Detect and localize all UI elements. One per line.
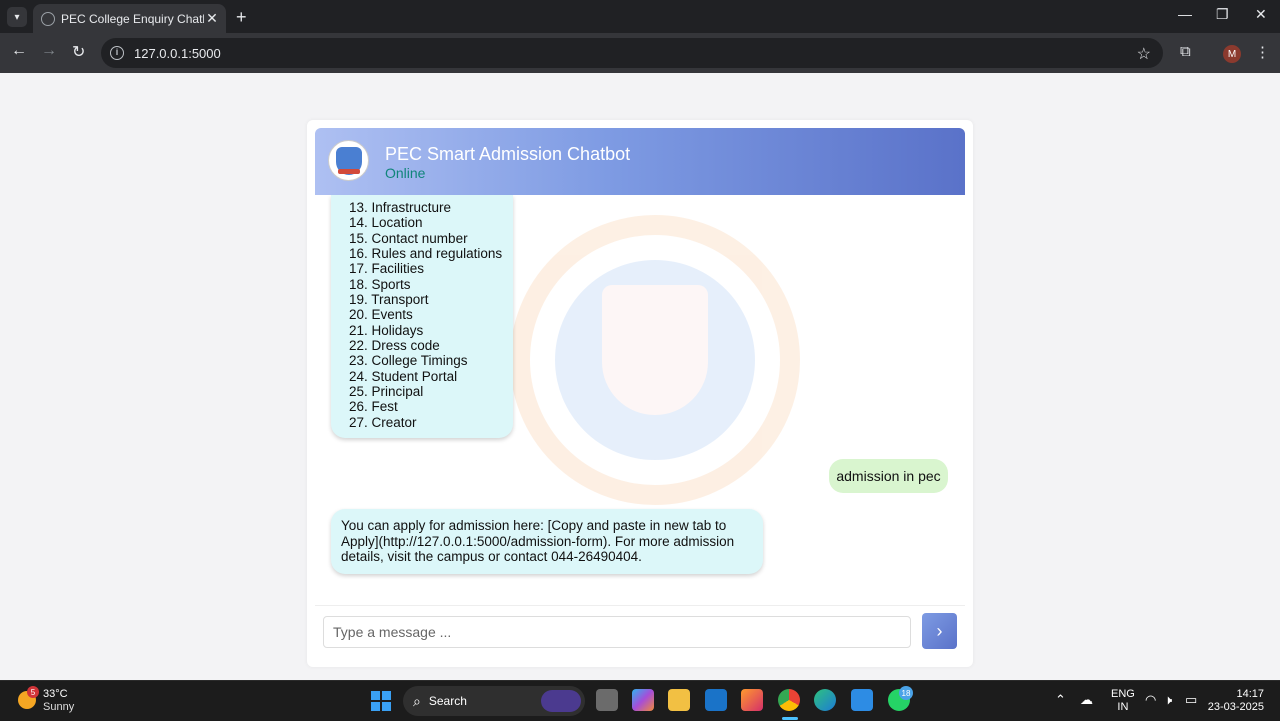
chat-header: PEC Smart Admission Chatbot Online <box>315 128 965 195</box>
send-button[interactable]: › <box>922 613 957 649</box>
close-tab-icon[interactable]: ✕ <box>204 10 220 27</box>
new-tab-icon[interactable]: + <box>236 7 247 27</box>
chevron-right-icon: › <box>936 620 943 641</box>
whatsapp-badge: 18 <box>899 686 913 700</box>
college-emblem-watermark <box>510 215 800 505</box>
edge-icon[interactable] <box>814 689 836 711</box>
chevron-up-icon[interactable]: ⌃ <box>1055 692 1066 708</box>
list-item: 20. Events <box>349 307 413 323</box>
vscode-icon[interactable] <box>851 689 873 711</box>
onedrive-icon[interactable]: ☁ <box>1080 692 1093 708</box>
list-item: 13. Infrastructure <box>349 200 452 215</box>
input-divider <box>315 605 965 606</box>
close-window-icon[interactable]: ✕ <box>1255 6 1267 23</box>
list-item: 22. Dress code <box>349 338 440 354</box>
list-item: 26. Fest <box>349 399 398 415</box>
minimize-icon[interactable]: — <box>1178 6 1192 22</box>
site-info-icon[interactable]: i <box>110 46 124 60</box>
speaker-muted-icon[interactable]: 🕨 <box>1164 692 1172 708</box>
wifi-icon[interactable]: ◠ <box>1145 692 1156 708</box>
bot-message-options: 13. Infrastructure 14. Location 15. Cont… <box>331 195 513 438</box>
back-icon[interactable]: ← <box>11 42 27 60</box>
reload-icon[interactable]: ↻ <box>72 42 85 62</box>
chatbot-card: PEC Smart Admission Chatbot Online 13. I… <box>307 120 973 667</box>
list-item: 24. Student Portal <box>349 368 458 384</box>
tab-search-icon[interactable]: ▾ <box>7 7 27 27</box>
clock[interactable]: 14:17 23-03-2025 <box>1206 688 1264 714</box>
message-area[interactable]: 13. Infrastructure 14. Location 15. Cont… <box>315 195 965 605</box>
tab-title: PEC College Enquiry Chatbot <box>61 11 204 26</box>
profile-avatar[interactable]: M <box>1223 45 1241 63</box>
time: 14:17 <box>1236 688 1264 700</box>
user-message: admission in pec <box>829 459 948 493</box>
message-input[interactable] <box>323 616 911 648</box>
weather-condition[interactable]: Sunny <box>43 701 74 713</box>
outlook-icon[interactable] <box>705 689 727 711</box>
browser-tab-strip: ▾ PEC College Enquiry Chatbot ✕ + — ❐ ✕ <box>0 0 1280 33</box>
search-label: Search <box>428 694 467 708</box>
weather-badge: 5 <box>27 686 39 698</box>
search-highlight-icon <box>541 690 581 712</box>
battery-icon[interactable]: ▭ <box>1185 692 1197 708</box>
restore-icon[interactable]: ❐ <box>1216 6 1229 23</box>
firefox-icon[interactable] <box>741 689 763 711</box>
list-item: 27. Creator <box>349 414 417 430</box>
address-bar[interactable]: i 127.0.0.1:5000 ☆ <box>101 38 1163 68</box>
file-explorer-icon[interactable] <box>668 689 690 711</box>
list-item: 15. Contact number <box>349 230 468 246</box>
list-item: 17. Facilities <box>349 261 425 277</box>
windows-start-icon[interactable] <box>371 691 391 711</box>
list-item: 19. Transport <box>349 292 429 308</box>
list-item: 23. College Timings <box>349 353 468 369</box>
temperature[interactable]: 33°C <box>43 688 68 700</box>
forward-icon[interactable]: → <box>41 42 57 60</box>
language-indicator[interactable]: ENG IN <box>1111 688 1135 714</box>
list-item: 16. Rules and regulations <box>349 246 503 262</box>
menu-dots-icon[interactable]: ⋮ <box>1255 43 1270 61</box>
list-item: 18. Sports <box>349 276 411 292</box>
search-icon: ⌕ <box>413 692 421 709</box>
globe-icon <box>41 11 55 26</box>
college-logo <box>328 140 369 181</box>
date: 23-03-2025 <box>1207 701 1264 713</box>
chrome-icon[interactable] <box>778 689 800 711</box>
bookmark-star-icon[interactable]: ☆ <box>1137 44 1151 64</box>
browser-toolbar: ← → ↻ i 127.0.0.1:5000 ☆ ⧉ ⋮ <box>0 33 1280 73</box>
browser-tab[interactable]: PEC College Enquiry Chatbot ✕ <box>33 4 226 33</box>
url-text: 127.0.0.1:5000 <box>134 45 221 61</box>
list-item: 14. Location <box>349 215 423 231</box>
extensions-icon[interactable]: ⧉ <box>1180 43 1191 60</box>
task-view-icon[interactable] <box>596 689 618 711</box>
online-status: Online <box>385 165 426 181</box>
list-item: 21. Holidays <box>349 322 424 338</box>
copilot-icon[interactable] <box>632 689 654 711</box>
lang-line: ENG <box>1111 688 1135 700</box>
taskbar-search[interactable]: ⌕ Search <box>403 686 585 716</box>
bot-message: You can apply for admission here: [Copy … <box>331 509 763 574</box>
list-item: 25. Principal <box>349 384 424 400</box>
windows-taskbar: 5 33°C Sunny ⌕ Search 18 ⌃ ☁ ENG IN ◠ 🕨 … <box>0 680 1280 721</box>
lang-line: IN <box>1117 701 1129 713</box>
chat-title: PEC Smart Admission Chatbot <box>385 144 631 164</box>
